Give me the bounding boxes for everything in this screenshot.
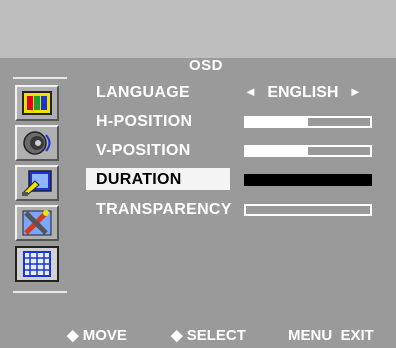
footer-move: ◆ MOVE [67,327,127,345]
sidebar-item-audio[interactable] [15,125,59,161]
h-position-level [246,118,308,126]
sidebar-item-picture[interactable] [15,85,59,121]
tools-icon [22,210,52,236]
osd-title: OSD [188,57,223,74]
v-position-level [246,147,308,155]
speaker-icon [23,131,51,155]
top-band [0,0,396,58]
color-bars-icon [22,91,52,115]
select-icon: ◆ [171,327,183,344]
move-icon: ◆ [67,327,79,344]
duration-level [246,176,370,184]
v-position-label[interactable]: V-POSITION [96,141,191,161]
footer-menu-exit: MENU EXIT [288,327,374,344]
h-position-label[interactable]: H-POSITION [96,112,192,132]
arrow-right-icon[interactable]: ► [349,84,362,99]
transparency-label[interactable]: TRANSPARENCY [96,200,232,220]
language-label[interactable]: LANGUAGE [96,83,190,103]
sidebar-item-osd[interactable] [15,246,59,282]
sidebar-item-setup[interactable] [15,205,59,241]
language-selector[interactable]: ◄ ENGLISH ► [244,82,362,103]
move-label: MOVE [82,327,127,344]
osd-grid-icon [23,251,51,277]
language-value: ENGLISH [267,84,339,101]
arrow-left-icon[interactable]: ◄ [244,84,257,99]
transparency-slider[interactable] [244,204,372,216]
h-position-slider[interactable] [244,116,372,128]
footer-select: ◆ SELECT [171,327,246,345]
sidebar-item-image[interactable] [15,165,59,201]
image-adjust-icon [22,170,52,196]
category-sidebar [13,77,67,293]
duration-slider[interactable] [244,174,372,186]
select-label: SELECT [186,327,246,344]
duration-label[interactable]: DURATION [96,170,182,190]
osd-menu: OSD LANGUAGE ◄ ENGLISH ► H-POSITION V-PO… [0,0,396,348]
v-position-slider[interactable] [244,145,372,157]
